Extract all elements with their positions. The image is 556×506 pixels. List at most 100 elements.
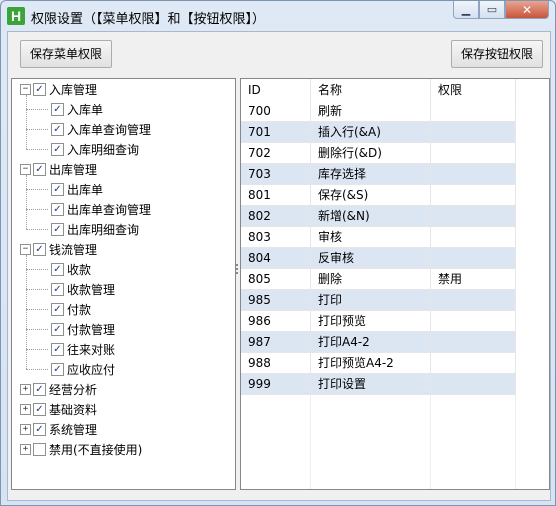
cell-id[interactable]: 805 <box>241 269 311 290</box>
cell-id[interactable]: 801 <box>241 185 311 206</box>
cell-name[interactable]: 删除 <box>311 269 431 290</box>
collapse-icon[interactable]: − <box>20 163 31 175</box>
menu-permission-tree[interactable]: − ✓ 入库管理 ✓ 入库单 ✓ 入库单查询管理 ✓ 入库明细查询 − ✓ 出库管理 ✓ 出库单 ✓ 出库单查… <box>11 78 236 490</box>
checkbox-checked[interactable]: ✓ <box>33 402 46 416</box>
checkbox-checked[interactable]: ✓ <box>51 222 64 236</box>
checkbox-checked[interactable]: ✓ <box>33 82 46 96</box>
collapse-icon[interactable]: − <box>20 83 31 95</box>
cell-permission[interactable] <box>431 206 516 227</box>
save-menu-permissions-button[interactable]: 保存菜单权限 <box>20 40 113 68</box>
checkbox-checked[interactable]: ✓ <box>33 422 46 436</box>
cell-id[interactable]: 986 <box>241 311 311 332</box>
expand-icon[interactable]: + <box>20 403 31 415</box>
tree-leaf-node[interactable]: ✓ 出库单 <box>51 179 103 199</box>
tree-leaf-node[interactable]: ✓ 付款管理 <box>51 319 115 339</box>
cell-id[interactable]: 701 <box>241 122 311 143</box>
tree-leaf-node[interactable]: ✓ 入库明细查询 <box>51 139 139 159</box>
cell-id[interactable]: 987 <box>241 332 311 353</box>
checkbox-checked[interactable]: ✓ <box>51 342 64 356</box>
checkbox-checked[interactable]: ✓ <box>33 242 46 256</box>
tree-group-node[interactable]: + ✓ 系统管理 <box>20 419 97 439</box>
cell-permission[interactable] <box>431 332 516 353</box>
checkbox-checked[interactable]: ✓ <box>51 282 64 296</box>
cell-name[interactable]: 打印预览A4-2 <box>311 353 431 374</box>
cell-name[interactable]: 新增(&N) <box>311 206 431 227</box>
cell-permission[interactable] <box>431 101 516 122</box>
tree-group-node[interactable]: + ✓ 经营分析 <box>20 379 97 399</box>
cell-id[interactable]: 804 <box>241 248 311 269</box>
cell-name[interactable]: 删除行(&D) <box>311 143 431 164</box>
cell-permission[interactable] <box>431 353 516 374</box>
checkbox-unchecked[interactable] <box>33 442 46 456</box>
cell-name[interactable]: 审核 <box>311 227 431 248</box>
tree-group-node[interactable]: + 禁用(不直接使用) <box>20 439 142 459</box>
cell-id[interactable]: 985 <box>241 290 311 311</box>
checkbox-checked[interactable]: ✓ <box>51 322 64 336</box>
grid-row[interactable]: 803 审核 <box>241 227 516 248</box>
cell-permission[interactable] <box>431 290 516 311</box>
tree-leaf-node[interactable]: ✓ 往来对账 <box>51 339 115 359</box>
grid-row[interactable]: 701 插入行(&A) <box>241 122 516 143</box>
cell-permission[interactable]: 禁用 <box>431 269 516 290</box>
checkbox-checked[interactable]: ✓ <box>51 202 64 216</box>
cell-permission[interactable] <box>431 164 516 185</box>
column-header-name[interactable]: 名称 <box>311 79 431 101</box>
tree-group-node[interactable]: − ✓ 入库管理 <box>20 79 97 99</box>
expand-icon[interactable]: + <box>20 423 31 435</box>
grid-row[interactable]: 700 刷新 <box>241 101 516 122</box>
tree-leaf-node[interactable]: ✓ 入库单 <box>51 99 103 119</box>
grid-row[interactable]: 703 库存选择 <box>241 164 516 185</box>
grid-row[interactable]: 985 打印 <box>241 290 516 311</box>
cell-permission[interactable] <box>431 374 516 395</box>
cell-permission[interactable] <box>431 122 516 143</box>
cell-permission[interactable] <box>431 143 516 164</box>
cell-name[interactable]: 刷新 <box>311 101 431 122</box>
grid-row[interactable]: 702 删除行(&D) <box>241 143 516 164</box>
tree-leaf-node[interactable]: ✓ 付款 <box>51 299 91 319</box>
cell-id[interactable]: 802 <box>241 206 311 227</box>
tree-leaf-node[interactable]: ✓ 收款 <box>51 259 91 279</box>
grid-row[interactable]: 987 打印A4-2 <box>241 332 516 353</box>
cell-permission[interactable] <box>431 185 516 206</box>
cell-id[interactable]: 988 <box>241 353 311 374</box>
expand-icon[interactable]: + <box>20 383 31 395</box>
grid-row[interactable]: 802 新增(&N) <box>241 206 516 227</box>
tree-leaf-node[interactable]: ✓ 出库明细查询 <box>51 219 139 239</box>
cell-id[interactable]: 702 <box>241 143 311 164</box>
expand-icon[interactable]: + <box>20 443 31 455</box>
cell-permission[interactable] <box>431 227 516 248</box>
save-button-permissions-button[interactable]: 保存按钮权限 <box>450 40 543 68</box>
tree-group-node[interactable]: + ✓ 基础资料 <box>20 399 97 419</box>
tree-leaf-node[interactable]: ✓ 出库单查询管理 <box>51 199 151 219</box>
tree-leaf-node[interactable]: ✓ 应收应付 <box>51 359 115 379</box>
cell-name[interactable]: 打印A4-2 <box>311 332 431 353</box>
cell-name[interactable]: 打印设置 <box>311 374 431 395</box>
grid-row[interactable]: 801 保存(&S) <box>241 185 516 206</box>
checkbox-checked[interactable]: ✓ <box>51 102 64 116</box>
grid-row[interactable]: 805 删除 禁用 <box>241 269 516 290</box>
column-header-id[interactable]: ID <box>241 79 311 101</box>
checkbox-checked[interactable]: ✓ <box>51 122 64 136</box>
cell-id[interactable]: 999 <box>241 374 311 395</box>
cell-id[interactable]: 700 <box>241 101 311 122</box>
tree-leaf-node[interactable]: ✓ 入库单查询管理 <box>51 119 151 139</box>
button-permission-grid[interactable]: ID 名称 权限 700 刷新 701 插入行(&A) 702 删除行(&D) 703 库存选… <box>240 78 550 490</box>
close-button[interactable]: ✕ <box>505 1 549 19</box>
checkbox-checked[interactable]: ✓ <box>51 302 64 316</box>
cell-permission[interactable] <box>431 248 516 269</box>
checkbox-checked[interactable]: ✓ <box>33 382 46 396</box>
grid-row[interactable]: 988 打印预览A4-2 <box>241 353 516 374</box>
cell-id[interactable]: 803 <box>241 227 311 248</box>
maximize-button[interactable]: ▭ <box>479 1 505 19</box>
cell-name[interactable]: 库存选择 <box>311 164 431 185</box>
cell-name[interactable]: 插入行(&A) <box>311 122 431 143</box>
cell-name[interactable]: 打印预览 <box>311 311 431 332</box>
title-bar[interactable]: H 权限设置（【菜单权限】和【按钮权限】） ▁ ▭ ✕ <box>1 1 555 31</box>
cell-name[interactable]: 反审核 <box>311 248 431 269</box>
grid-row[interactable]: 986 打印预览 <box>241 311 516 332</box>
column-header-permission[interactable]: 权限 <box>431 79 516 101</box>
minimize-button[interactable]: ▁ <box>453 1 479 19</box>
tree-leaf-node[interactable]: ✓ 收款管理 <box>51 279 115 299</box>
checkbox-checked[interactable]: ✓ <box>33 162 46 176</box>
cell-name[interactable]: 保存(&S) <box>311 185 431 206</box>
